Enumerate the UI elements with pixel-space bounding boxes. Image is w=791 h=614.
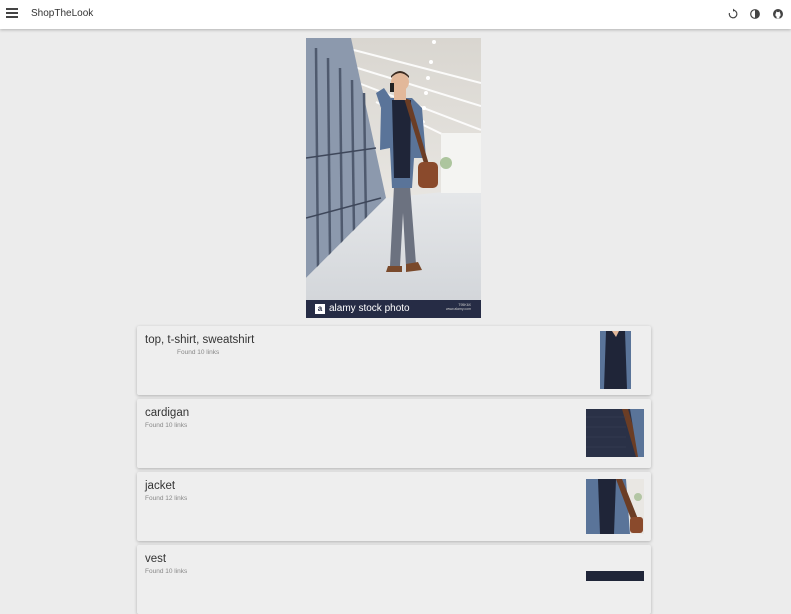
result-card-top[interactable]: top, t-shirt, sweatshirt Found 10 links [137,326,651,395]
github-icon[interactable] [772,8,784,20]
watermark-logo: a [315,304,325,314]
look-photo: a alamy stock photo T95K6X www.alamy.com [306,38,481,318]
card-title: top, t-shirt, sweatshirt [145,334,255,346]
watermark-id: T95K6X www.alamy.com [445,303,471,311]
card-title: jacket [145,480,176,492]
contrast-icon[interactable] [749,8,761,20]
result-card-vest[interactable]: vest Found 10 links [137,545,651,614]
app-title: ShopTheLook [31,8,94,19]
card-title: vest [145,553,167,565]
app-bar: ShopTheLook [0,0,791,29]
item-thumbnail[interactable] [600,331,631,389]
card-title: cardigan [145,407,190,419]
menu-icon[interactable] [6,8,18,20]
watermark-text: alamy stock photo [329,303,410,314]
result-card-jacket[interactable]: jacket Found 12 links [137,472,651,541]
card-subtitle: Found 12 links [145,495,188,502]
man-walking-illustration [306,38,481,300]
card-subtitle: Found 10 links [145,568,188,575]
item-thumbnail[interactable] [586,479,644,534]
result-card-cardigan[interactable]: cardigan Found 10 links [137,399,651,468]
refresh-icon[interactable] [727,8,739,20]
watermark-bar: a alamy stock photo T95K6X www.alamy.com [306,300,481,318]
card-subtitle: Found 10 links [177,349,220,356]
item-thumbnail[interactable] [586,409,644,457]
card-subtitle: Found 10 links [145,422,188,429]
